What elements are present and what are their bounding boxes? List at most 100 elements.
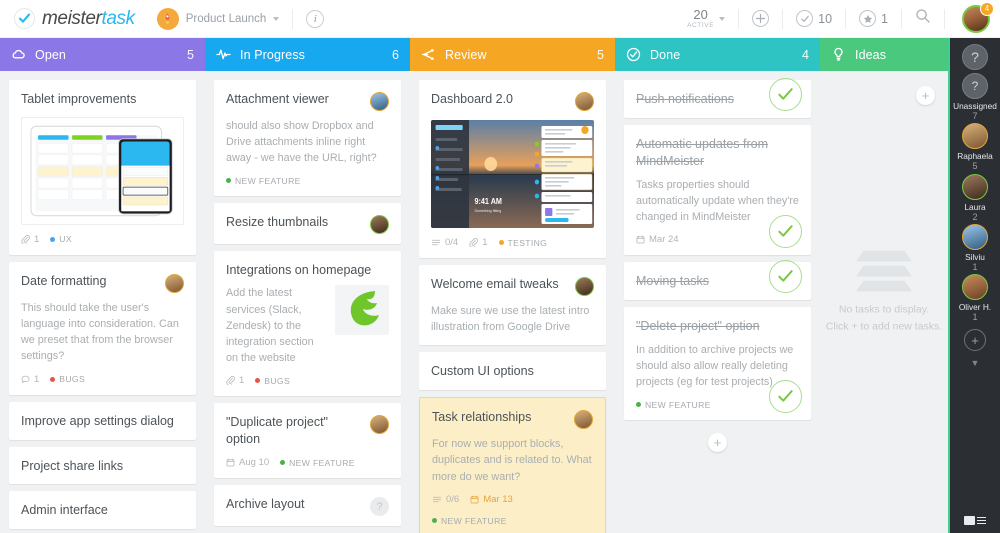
active-tasks-filter[interactable]: 20 ACTIVE — [687, 8, 726, 30]
card-title: Custom UI options — [431, 364, 534, 379]
done-check-icon[interactable] — [769, 77, 802, 111]
meta-value: Mar 24 — [649, 234, 679, 246]
member-silviu[interactable]: Silviu 1 — [953, 223, 997, 273]
tag-label: BUGS — [59, 374, 86, 385]
meta-value: 1 — [34, 233, 40, 245]
card-title: Tablet improvements — [21, 92, 137, 106]
add-card-button-ideas[interactable]: + — [916, 86, 935, 105]
task-card[interactable]: Automatic updates from MindMeister Tasks … — [624, 124, 811, 256]
chevron-down-icon[interactable]: ▼ — [971, 358, 980, 368]
task-card[interactable]: Welcome email tweaks Make sure we use the… — [419, 265, 606, 346]
empty-line-2: Click + to add new tasks. — [825, 320, 943, 333]
checklist-icon — [432, 495, 442, 504]
check-icon — [14, 8, 35, 29]
member-name: Oliver H. — [958, 302, 992, 312]
card-title: Dashboard 2.0 — [431, 92, 514, 106]
task-card[interactable]: Integrations on homepage Add the latest … — [214, 250, 401, 397]
task-card[interactable]: Tablet improvements 1 UX — [9, 80, 196, 255]
help-icon[interactable]: ? — [962, 44, 988, 70]
check-circle-icon — [796, 10, 814, 27]
panel-icon — [964, 516, 975, 525]
task-card[interactable]: Project share links — [9, 446, 196, 485]
card-top: Admin interface — [21, 502, 184, 519]
meta-value: 1 — [34, 373, 40, 385]
done-check-icon[interactable] — [769, 215, 802, 249]
card-meta-attachment: 1 — [469, 237, 488, 248]
column-header-ideas[interactable]: Ideas — [820, 38, 948, 71]
search-icon[interactable] — [915, 8, 931, 29]
task-card[interactable]: Archive layout? — [214, 485, 401, 527]
chevron-down-icon[interactable] — [719, 16, 726, 21]
member-oliverh[interactable]: Oliver H. 1 — [953, 274, 997, 323]
svg-text:Something fitting: Something fitting — [474, 209, 501, 213]
column-count: 5 — [597, 47, 604, 62]
meta-value: 1 — [482, 237, 488, 248]
avatar-user-laura — [961, 173, 988, 200]
divider — [738, 8, 740, 29]
task-card[interactable]: Task relationships For now we support blo… — [419, 397, 606, 533]
task-card[interactable]: Resize thumbnails — [214, 202, 401, 244]
column-body-ideas: + No tasks to display. Click + to add ne… — [820, 71, 948, 533]
add-card-button-done[interactable]: + — [708, 432, 727, 452]
member-task-count: 7 — [972, 111, 978, 121]
column-open: Open 5 Tablet improvements 1 UX Date for… — [0, 38, 205, 533]
task-card[interactable]: Custom UI options — [419, 352, 606, 391]
task-card[interactable]: "Duplicate project" option Aug 10 NEW FE… — [214, 403, 401, 479]
card-tag: NEW FEATURE — [432, 516, 507, 526]
empty-line-1: No tasks to display. — [838, 303, 930, 316]
project-name: Product Launch — [185, 12, 267, 25]
user-avatar[interactable]: 4 — [962, 1, 994, 33]
avatar-user-silviu — [961, 223, 988, 250]
divider — [901, 8, 902, 29]
card-top: Automatic updates from MindMeister — [636, 136, 799, 170]
lightbulb-icon — [831, 47, 846, 62]
card-meta-calendar: Mar 24 — [636, 234, 679, 245]
chevron-down-icon[interactable] — [273, 16, 280, 21]
sidebar-toggle-button[interactable] — [964, 516, 986, 525]
cloud-icon — [11, 47, 26, 62]
card-tag: BUGS — [50, 374, 85, 384]
card-top: Attachment viewer — [226, 91, 389, 111]
avatar-user-oliver — [961, 274, 988, 300]
card-top: Task relationships — [432, 409, 593, 430]
card-meta-calendar: Aug 10 — [226, 457, 269, 468]
divider — [782, 8, 784, 29]
task-card[interactable]: Push notifications — [624, 77, 811, 118]
done-check-icon[interactable] — [769, 260, 802, 294]
divider — [292, 8, 294, 29]
task-card[interactable]: Date formatting This should take the user… — [9, 261, 196, 395]
task-card[interactable]: Moving tasks — [624, 260, 811, 301]
card-title: Attachment viewer — [226, 92, 329, 106]
card-top: "Duplicate project" option — [226, 414, 389, 448]
member-laura[interactable]: Laura 2 — [953, 173, 997, 223]
done-check-icon[interactable] — [769, 379, 802, 413]
info-icon[interactable]: i — [306, 9, 325, 28]
add-member-button[interactable]: + — [964, 329, 986, 352]
column-header-review[interactable]: Review 5 — [410, 38, 615, 71]
column-header-in-progress[interactable]: In Progress 6 — [205, 38, 410, 71]
brand-logo[interactable]: meistertask — [14, 8, 135, 30]
task-card[interactable]: Attachment viewer should also show Dropbo… — [214, 80, 401, 196]
starred-filter[interactable]: 1 — [859, 10, 888, 27]
task-card[interactable]: "Delete project" option In addition to ar… — [624, 307, 811, 420]
member-unassigned[interactable]: ? Unassigned 7 — [953, 73, 997, 122]
project-selector[interactable]: Product Launch — [156, 7, 280, 30]
member-raphaela[interactable]: Raphaela 5 — [953, 123, 997, 172]
column-header-done[interactable]: Done 4 — [615, 38, 820, 71]
column-header-open[interactable]: Open 5 — [0, 38, 205, 71]
tag-dot — [226, 178, 231, 184]
attachment-icon — [226, 376, 235, 386]
top-bar: meistertask Product Launch i 20 ACTIVE 1… — [0, 0, 1000, 38]
completed-filter[interactable]: 10 — [796, 10, 832, 27]
notification-badge[interactable]: 4 — [980, 1, 994, 16]
card-title: Task relationships — [432, 410, 532, 425]
task-card[interactable]: Admin interface — [9, 491, 196, 530]
add-task-button[interactable] — [752, 10, 770, 27]
task-card[interactable]: Dashboard 2.0 9:41 AM Something fitting — [419, 80, 606, 258]
column-review: Review 5 Dashboard 2.0 9:41 AM Something… — [410, 38, 615, 533]
task-card[interactable]: Improve app settings dialog — [9, 401, 196, 440]
empty-state: No tasks to display. Click + to add new … — [826, 250, 942, 335]
card-top: Resize thumbnails — [226, 214, 389, 234]
avatar-user-raphaela — [165, 273, 184, 293]
share-icon — [421, 47, 436, 62]
